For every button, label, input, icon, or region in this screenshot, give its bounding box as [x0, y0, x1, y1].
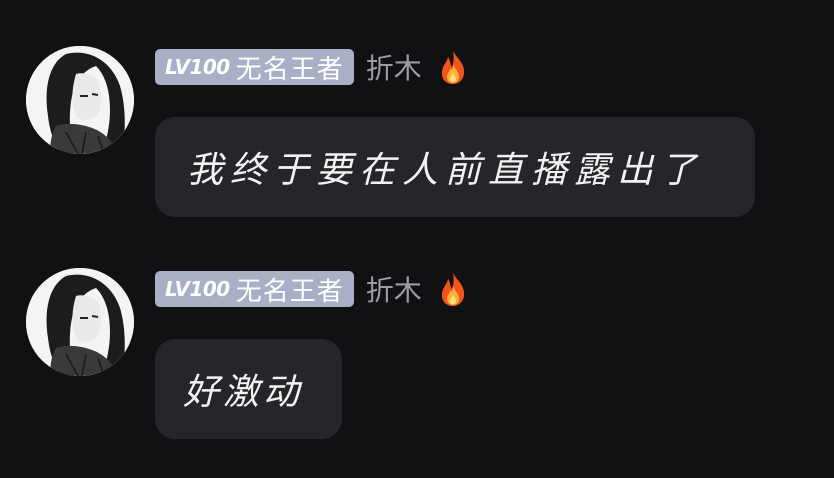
message-header: LV100 无名王者 折木 [155, 46, 470, 88]
level-badge[interactable]: LV100 无名王者 [155, 49, 354, 85]
avatar[interactable] [26, 268, 134, 376]
avatar[interactable] [26, 46, 134, 154]
fire-icon [436, 270, 470, 308]
level-badge[interactable]: LV100 无名王者 [155, 271, 354, 307]
username[interactable]: 折木 [366, 269, 422, 309]
badge-level: LV100 [165, 277, 230, 301]
message-header: LV100 无名王者 折木 [155, 268, 470, 310]
anime-girl-avatar-icon [26, 268, 134, 376]
fire-icon [436, 48, 470, 86]
badge-title: 无名王者 [235, 54, 344, 85]
anime-girl-avatar-icon [26, 46, 134, 154]
chat-message-list: LV100 无名王者 折木 我终于要在人前直播露出了 LV100 无名王者 折木… [0, 0, 834, 478]
badge-title: 无名王者 [235, 276, 344, 307]
message-text: 我终于要在人前直播露出了 [187, 150, 704, 191]
message-bubble[interactable]: 我终于要在人前直播露出了 [155, 117, 755, 217]
message-text: 好激动 [183, 372, 304, 413]
username[interactable]: 折木 [366, 47, 422, 87]
message-bubble[interactable]: 好激动 [155, 339, 342, 439]
badge-level: LV100 [165, 55, 230, 79]
